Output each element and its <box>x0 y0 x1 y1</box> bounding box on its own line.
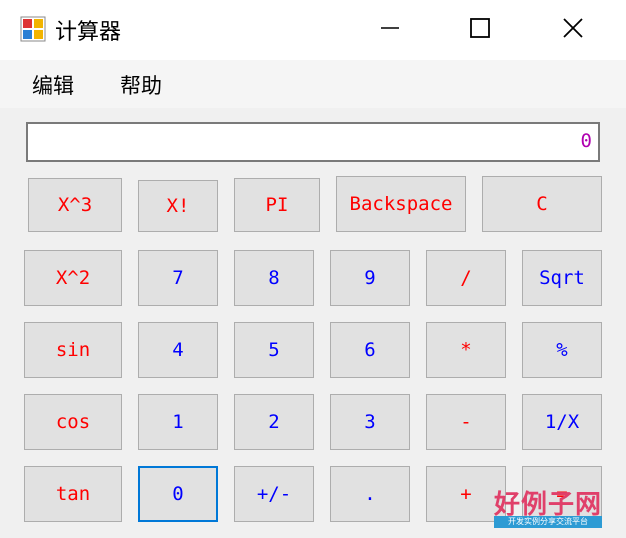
key-2[interactable]: 2 <box>234 394 314 450</box>
key-percent[interactable]: % <box>522 322 602 378</box>
key-multiply[interactable]: * <box>426 322 506 378</box>
key-pi[interactable]: PI <box>234 178 320 232</box>
menu-help[interactable]: 帮助 <box>120 70 162 100</box>
key-6[interactable]: 6 <box>330 322 410 378</box>
window-title: 计算器 <box>55 20 122 45</box>
key-1[interactable]: 1 <box>138 394 218 450</box>
key-reciprocal[interactable]: 1/X <box>522 394 602 450</box>
key-factorial[interactable]: X! <box>138 180 218 232</box>
key-5[interactable]: 5 <box>234 322 314 378</box>
key-9[interactable]: 9 <box>330 250 410 306</box>
key-7[interactable]: 7 <box>138 250 218 306</box>
key-cos[interactable]: cos <box>24 394 122 450</box>
minimize-icon <box>381 27 399 29</box>
key-divide[interactable]: / <box>426 250 506 306</box>
watermark-logo: 好例子网 开发实例分享交流平台 <box>494 484 606 530</box>
app-icon <box>20 16 46 42</box>
key-0[interactable]: 0 <box>138 466 218 522</box>
display-value: 0 <box>580 130 592 152</box>
key-backspace[interactable]: Backspace <box>336 176 466 232</box>
close-button[interactable] <box>527 0 619 56</box>
key-3[interactable]: 3 <box>330 394 410 450</box>
minimize-button[interactable] <box>344 0 436 56</box>
key-cube[interactable]: X^3 <box>28 178 122 232</box>
watermark-tagline: 开发实例分享交流平台 <box>494 516 602 528</box>
title-bar: 计算器 <box>0 0 626 60</box>
key-clear[interactable]: C <box>482 176 602 232</box>
key-negate[interactable]: +/- <box>234 466 314 522</box>
key-subtract[interactable]: - <box>426 394 506 450</box>
maximize-button[interactable] <box>434 0 526 56</box>
key-decimal[interactable]: . <box>330 466 410 522</box>
close-icon <box>563 18 583 38</box>
key-tan[interactable]: tan <box>24 466 122 522</box>
key-4[interactable]: 4 <box>138 322 218 378</box>
key-8[interactable]: 8 <box>234 250 314 306</box>
calculator-window: 计算器 编辑 帮助 0 X^3 X! PI Backspace C X^2 7 … <box>0 0 626 538</box>
result-display[interactable]: 0 <box>26 122 600 162</box>
key-square[interactable]: X^2 <box>24 250 122 306</box>
key-sin[interactable]: sin <box>24 322 122 378</box>
maximize-icon <box>470 18 490 38</box>
menu-edit[interactable]: 编辑 <box>32 70 74 100</box>
menu-bar: 编辑 帮助 <box>0 60 626 108</box>
key-sqrt[interactable]: Sqrt <box>522 250 602 306</box>
